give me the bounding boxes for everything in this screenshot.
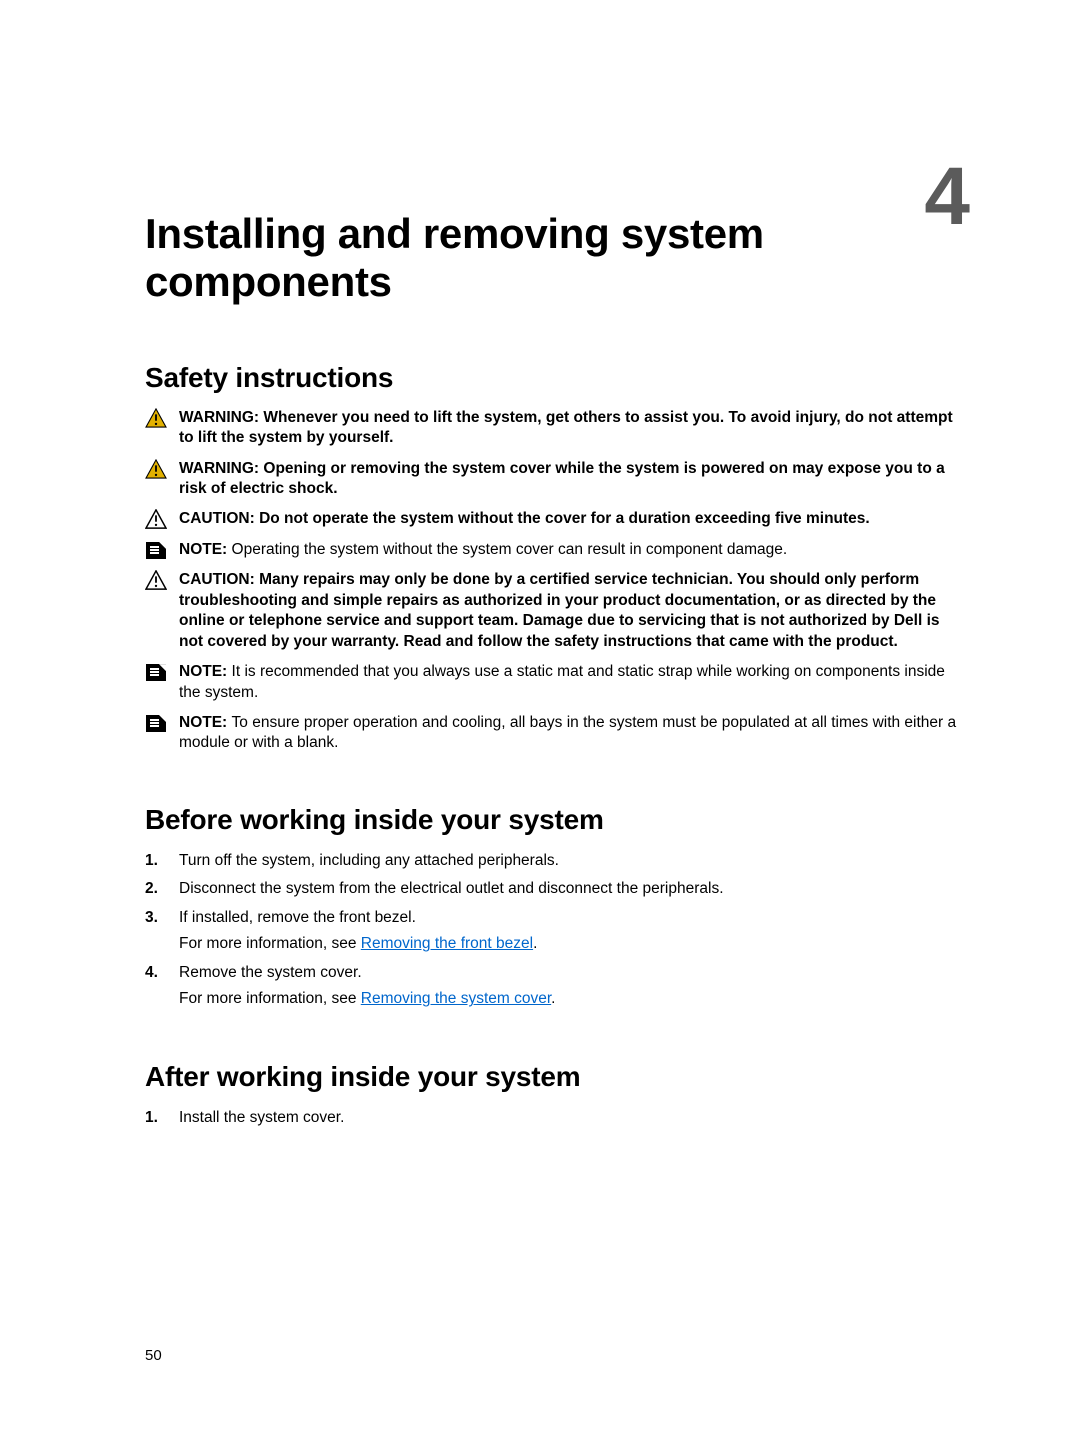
callout-body: Whenever you need to lift the system, ge… — [179, 409, 953, 446]
callout-body: Many repairs may only be done by a certi… — [179, 571, 940, 649]
step-sub-suffix: . — [551, 990, 555, 1007]
page-title: Installing and removing system component… — [145, 210, 965, 307]
step-item: Disconnect the system from the electrica… — [145, 878, 965, 900]
callout-body: Do not operate the system without the co… — [259, 510, 870, 527]
step-text: Turn off the system, including any attac… — [179, 852, 559, 869]
step-item: Remove the system cover. For more informa… — [145, 962, 965, 1011]
note-icon — [145, 662, 167, 703]
step-item: Install the system cover. — [145, 1107, 965, 1129]
step-text: Remove the system cover. — [179, 964, 362, 981]
heading-safety: Safety instructions — [145, 362, 965, 394]
callout-body: Opening or removing the system cover whi… — [179, 460, 945, 497]
callout-note: NOTE: Operating the system without the s… — [145, 540, 965, 560]
callout-warning: WARNING: Whenever you need to lift the s… — [145, 408, 965, 449]
step-item: If installed, remove the front bezel. For… — [145, 907, 965, 956]
heading-before: Before working inside your system — [145, 804, 965, 836]
warning-icon — [145, 408, 167, 449]
callout-lead: WARNING: — [179, 460, 263, 477]
step-link[interactable]: Removing the system cover — [361, 990, 551, 1007]
callout-body: Operating the system without the system … — [232, 541, 788, 558]
caution-icon — [145, 509, 167, 529]
step-sub-prefix: For more information, see — [179, 990, 361, 1007]
heading-after: After working inside your system — [145, 1061, 965, 1093]
step-text: Install the system cover. — [179, 1109, 344, 1126]
callout-body: It is recommended that you always use a … — [179, 663, 945, 700]
step-item: Turn off the system, including any attac… — [145, 850, 965, 872]
page-number: 50 — [145, 1347, 162, 1364]
note-icon — [145, 713, 167, 754]
caution-icon — [145, 570, 167, 652]
callout-caution: CAUTION: Do not operate the system witho… — [145, 509, 965, 529]
step-text: Disconnect the system from the electrica… — [179, 880, 724, 897]
callout-body: To ensure proper operation and cooling, … — [179, 714, 956, 751]
step-text: If installed, remove the front bezel. — [179, 909, 416, 926]
callout-lead: WARNING: — [179, 409, 263, 426]
callout-lead: NOTE: — [179, 714, 232, 731]
step-sub-prefix: For more information, see — [179, 935, 361, 952]
warning-icon — [145, 459, 167, 500]
step-sub-suffix: . — [533, 935, 537, 952]
callout-warning: WARNING: Opening or removing the system … — [145, 459, 965, 500]
callout-lead: CAUTION: — [179, 571, 259, 588]
step-link[interactable]: Removing the front bezel — [361, 935, 533, 952]
callout-lead: NOTE: — [179, 663, 232, 680]
callout-note: NOTE: To ensure proper operation and coo… — [145, 713, 965, 754]
callout-note: NOTE: It is recommended that you always … — [145, 662, 965, 703]
chapter-number: 4 — [924, 150, 970, 244]
callout-caution: CAUTION: Many repairs may only be done b… — [145, 570, 965, 652]
callout-lead: CAUTION: — [179, 510, 259, 527]
note-icon — [145, 540, 167, 560]
callout-lead: NOTE: — [179, 541, 232, 558]
